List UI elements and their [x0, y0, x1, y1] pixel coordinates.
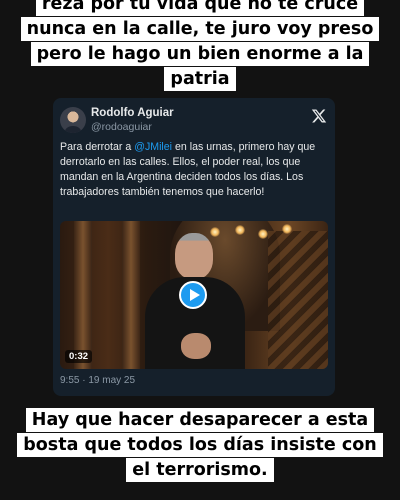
caption-line: Hay que hacer desaparecer a esta [25, 408, 375, 432]
caption-line: pero le hago un bien enorme a la [30, 42, 370, 66]
caption-line: patria [164, 67, 236, 91]
tweet-timestamp[interactable]: 9:55 · 19 may 25 [60, 375, 135, 386]
tweet-video[interactable]: 0:32 [60, 221, 328, 369]
tweet-author-name[interactable]: Rodolfo Aguiar [91, 107, 174, 119]
caption-line: reza por tu vida que no te cruce [35, 0, 365, 16]
person-head [175, 233, 213, 279]
caption-line: bosta que todos los días insiste con [17, 433, 383, 457]
tweet-text-start: Para derrotar a [60, 141, 135, 153]
mention-link[interactable]: @JMilei [134, 141, 172, 153]
video-duration: 0:32 [65, 350, 93, 363]
tweet-text: Para derrotar a @JMilei en las urnas, pr… [60, 140, 330, 200]
lamp-light [258, 229, 268, 239]
play-icon[interactable] [179, 281, 207, 309]
lamp-light [282, 224, 292, 234]
tweet-author-handle[interactable]: @rodoaguiar [91, 121, 152, 133]
video-background-column [74, 221, 92, 369]
caption-line: nunca en la calle, te juro voy preso [20, 17, 380, 41]
story-top-caption: reza por tu vida que no te cruce nunca e… [0, 0, 400, 92]
x-logo-icon[interactable] [311, 108, 327, 124]
video-background-stair [268, 231, 328, 369]
person-hands [181, 333, 211, 359]
avatar[interactable] [60, 107, 86, 133]
embedded-tweet-card[interactable]: Rodolfo Aguiar @rodoaguiar Para derrotar… [53, 98, 335, 396]
caption-line: el terrorismo. [126, 458, 274, 482]
video-background-column [122, 221, 140, 369]
story-bottom-caption: Hay que hacer desaparecer a esta bosta q… [0, 408, 400, 483]
